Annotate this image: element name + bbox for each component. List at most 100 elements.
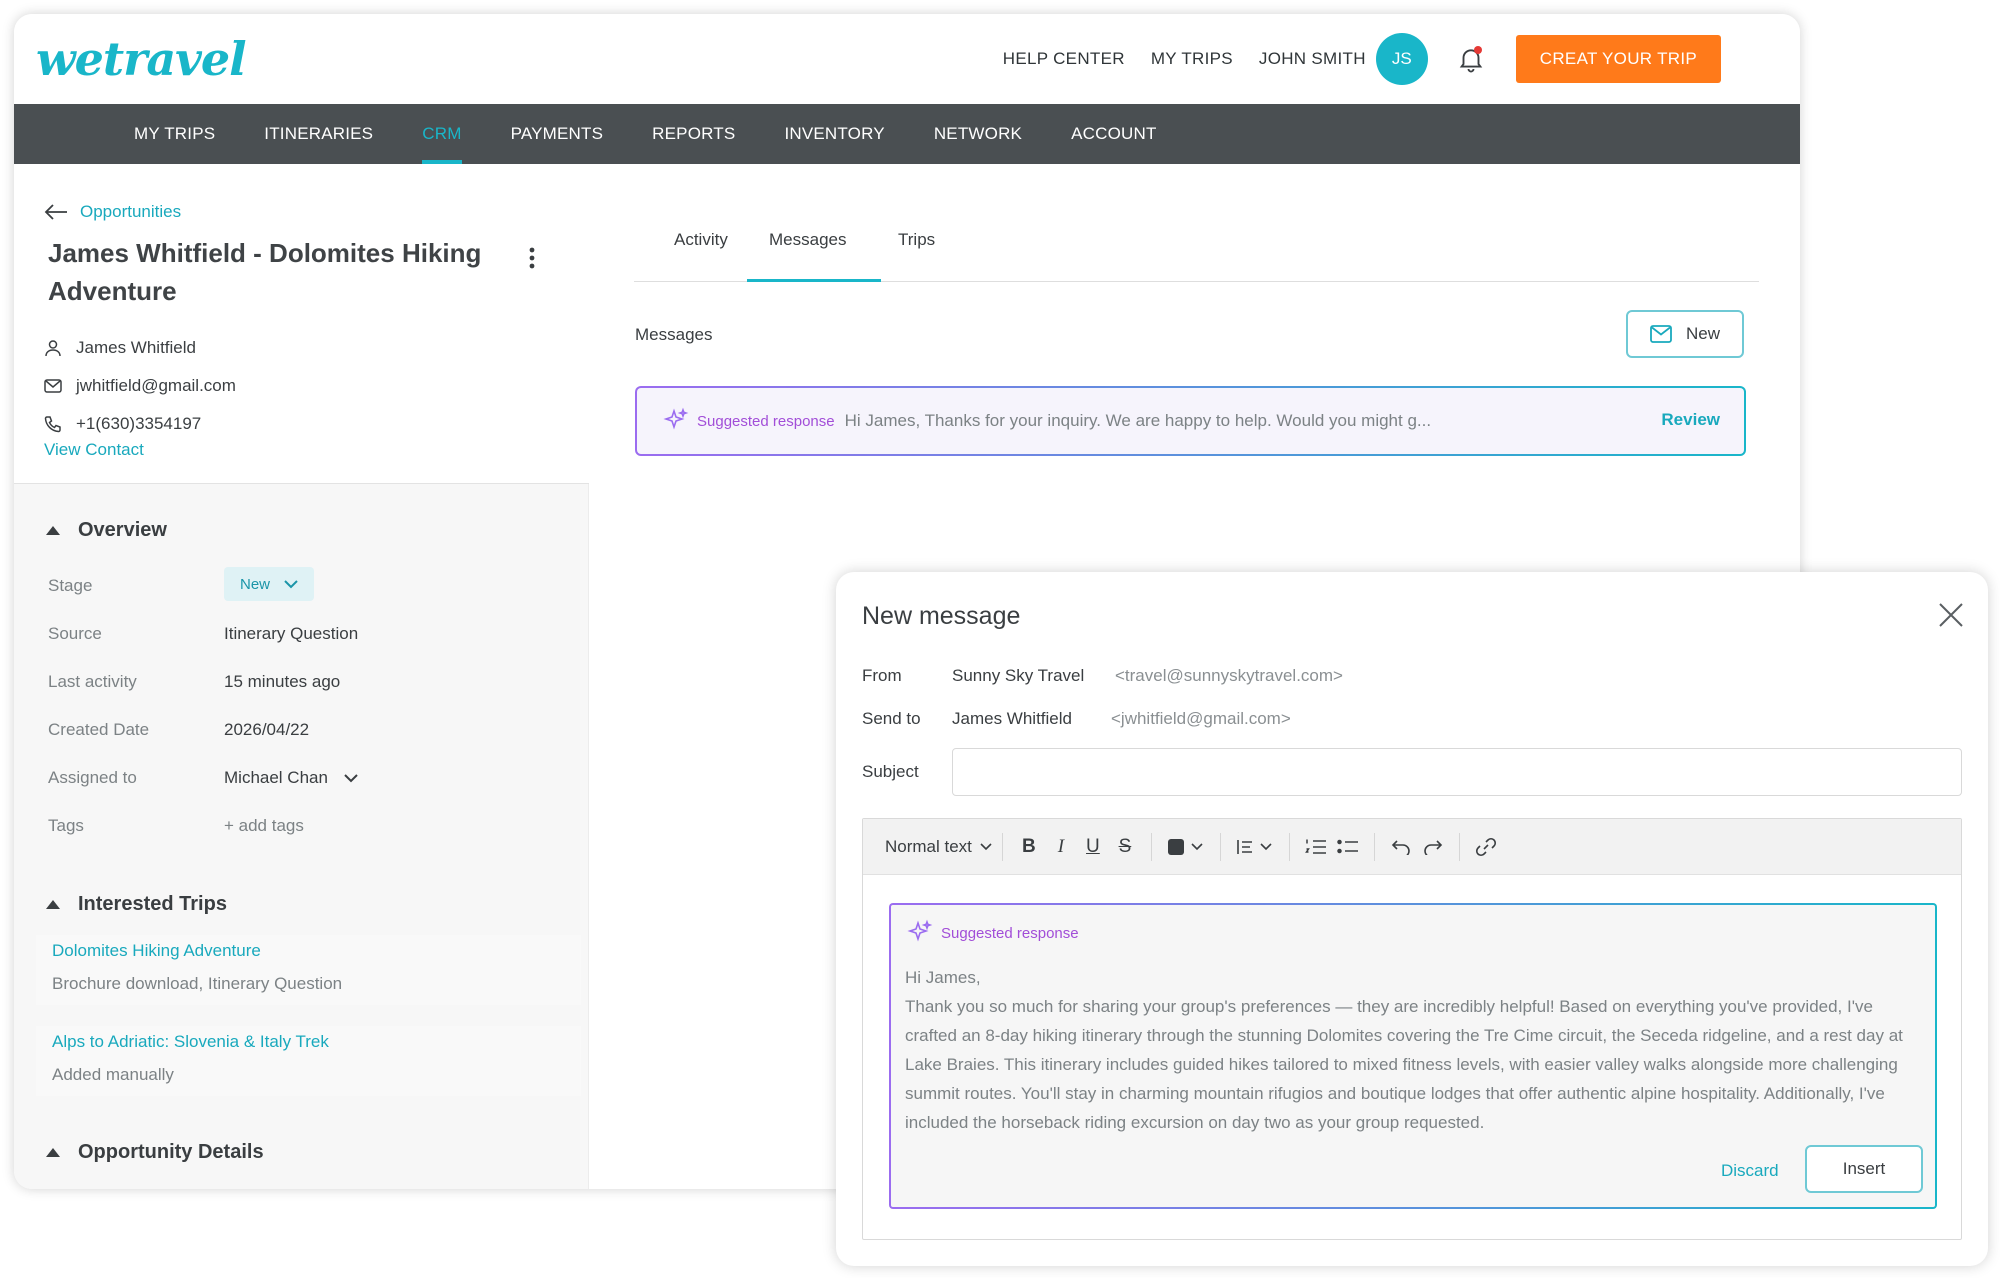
link-icon[interactable] <box>1470 837 1502 857</box>
stage-label: Stage <box>48 576 93 595</box>
underline-icon[interactable]: U <box>1077 836 1109 858</box>
view-contact-link[interactable]: View Contact <box>44 440 144 460</box>
main-nav: MY TRIPS ITINERARIES CRM PAYMENTS REPORT… <box>14 104 1800 164</box>
from-name: Sunny Sky Travel <box>952 666 1085 685</box>
opportunity-sidebar: Opportunities James Whitfield - Dolomite… <box>14 164 589 1189</box>
new-message-button[interactable]: New <box>1626 310 1744 358</box>
add-tags-link[interactable]: + add tags <box>224 816 304 836</box>
trip-detail: Added manually <box>52 1065 174 1084</box>
trip-card[interactable]: Dolomites Hiking Adventure Brochure down… <box>36 935 581 1005</box>
contact-phone[interactable]: +1(630)3354197 <box>76 414 201 434</box>
created-date-value: 2026/04/22 <box>224 720 310 739</box>
collapse-triangle-icon <box>46 526 60 535</box>
my-trips-link[interactable]: MY TRIPS <box>1151 49 1233 69</box>
created-date-label: Created Date <box>48 720 150 739</box>
bell-icon[interactable] <box>1456 44 1486 74</box>
mail-icon <box>1650 325 1672 343</box>
stage-dropdown[interactable]: New <box>224 567 315 601</box>
arrow-left-icon <box>44 204 67 220</box>
last-activity-value: 15 minutes ago <box>224 672 341 691</box>
strikethrough-icon[interactable]: S <box>1109 836 1141 858</box>
contact-name: James Whitfield <box>76 338 196 357</box>
collapse-triangle-icon <box>46 900 60 909</box>
mail-icon <box>44 379 62 393</box>
nav-account[interactable]: ACCOUNT <box>1071 104 1156 164</box>
nav-payments[interactable]: PAYMENTS <box>511 104 604 164</box>
help-center-link[interactable]: HELP CENTER <box>1003 49 1125 69</box>
redo-icon[interactable] <box>1417 839 1449 855</box>
review-button[interactable]: Review <box>1661 410 1720 430</box>
undo-icon[interactable] <box>1385 839 1417 855</box>
from-address: <travel@sunnyskytravel.com> <box>1115 666 1343 685</box>
back-to-opportunities[interactable]: Opportunities <box>44 202 181 222</box>
numbered-list-icon[interactable] <box>1300 838 1332 856</box>
bullet-list-icon[interactable] <box>1332 838 1364 856</box>
discard-button[interactable]: Discard <box>1721 1161 1779 1181</box>
last-activity-label: Last activity <box>48 672 137 691</box>
content-tabs: Activity Messages Trips <box>634 164 1759 282</box>
overview-heading: Overview <box>78 519 167 541</box>
chevron-down-icon <box>284 579 298 588</box>
contact-email[interactable]: jwhitfield@gmail.com <box>76 376 236 396</box>
wetravel-logo[interactable]: wetravel <box>36 32 247 86</box>
contact-phone-row: +1(630)3354197 <box>44 414 201 434</box>
contact-card: Opportunities James Whitfield - Dolomite… <box>14 164 589 484</box>
avatar[interactable]: JS <box>1375 33 1428 85</box>
opportunity-details-toggle[interactable]: Opportunity Details <box>46 1141 264 1164</box>
active-tab-indicator <box>747 279 881 282</box>
tab-activity[interactable]: Activity <box>674 230 728 250</box>
italic-icon[interactable]: I <box>1045 836 1077 858</box>
nav-my-trips[interactable]: MY TRIPS <box>134 104 215 164</box>
trip-name[interactable]: Dolomites Hiking Adventure <box>52 941 261 961</box>
source-label: Source <box>48 624 102 643</box>
nav-inventory[interactable]: INVENTORY <box>784 104 884 164</box>
suggested-response-header: Suggested response <box>905 919 1089 947</box>
close-icon[interactable] <box>1938 602 1964 633</box>
interested-trips-heading: Interested Trips <box>78 893 227 915</box>
sparkle-icon <box>907 919 933 942</box>
tab-trips[interactable]: Trips <box>898 230 935 250</box>
send-to-address: <jwhitfield@gmail.com> <box>1111 709 1291 728</box>
source-value: Itinerary Question <box>224 624 359 643</box>
phone-icon <box>44 416 61 433</box>
trip-detail: Brochure download, Itinerary Question <box>52 974 343 993</box>
opportunity-details-heading: Opportunity Details <box>78 1141 264 1163</box>
text-style-dropdown[interactable]: Normal text <box>885 837 992 857</box>
send-to-name: James Whitfield <box>952 709 1072 728</box>
editor-toolbar: Normal text B I U S <box>863 819 1961 875</box>
send-to-label: Send to <box>862 709 921 728</box>
tags-label: Tags <box>48 816 84 835</box>
assigned-to-label: Assigned to <box>48 768 137 787</box>
collapse-triangle-icon <box>46 1148 60 1157</box>
nav-network[interactable]: NETWORK <box>934 104 1022 164</box>
top-links: HELP CENTER MY TRIPS JOHN SMITH JS CREAT… <box>977 14 1721 104</box>
suggested-response-bar[interactable]: Suggested response Hi James, Thanks for … <box>635 386 1746 456</box>
person-icon <box>45 340 61 357</box>
nav-reports[interactable]: REPORTS <box>652 104 735 164</box>
user-name[interactable]: JOHN SMITH <box>1259 49 1366 69</box>
text-color-icon[interactable] <box>1162 838 1210 856</box>
nav-crm[interactable]: CRM <box>422 104 462 164</box>
from-label: From <box>862 666 902 685</box>
message-editor[interactable]: Normal text B I U S Suggested response H… <box>862 818 1962 1240</box>
nav-itineraries[interactable]: ITINERARIES <box>264 104 373 164</box>
assigned-to-dropdown[interactable]: Michael Chan <box>224 768 358 788</box>
contact-name-row: James Whitfield <box>44 338 196 358</box>
more-options-icon[interactable] <box>528 246 536 275</box>
create-trip-button[interactable]: CREAT YOUR TRIP <box>1515 35 1721 83</box>
align-icon[interactable] <box>1231 838 1279 856</box>
trip-name[interactable]: Alps to Adriatic: Slovenia & Italy Trek <box>52 1032 329 1052</box>
interested-trips-toggle[interactable]: Interested Trips <box>46 893 227 916</box>
bold-icon[interactable]: B <box>1013 836 1045 858</box>
trip-card[interactable]: Alps to Adriatic: Slovenia & Italy Trek … <box>36 1026 581 1096</box>
subject-input[interactable] <box>952 748 1962 796</box>
suggested-response-body: Hi James, Thank you so much for sharing … <box>905 963 1925 1137</box>
suggested-response-tag: Suggested response <box>941 924 1079 942</box>
tab-messages[interactable]: Messages <box>769 230 846 250</box>
overview-section-toggle[interactable]: Overview <box>46 519 167 542</box>
new-label: New <box>1685 324 1720 343</box>
opportunity-title: James Whitfield - Dolomites Hiking Adven… <box>48 238 482 306</box>
back-label: Opportunities <box>80 202 182 221</box>
modal-title: New message <box>862 602 1021 630</box>
insert-button[interactable]: Insert <box>1805 1145 1923 1193</box>
